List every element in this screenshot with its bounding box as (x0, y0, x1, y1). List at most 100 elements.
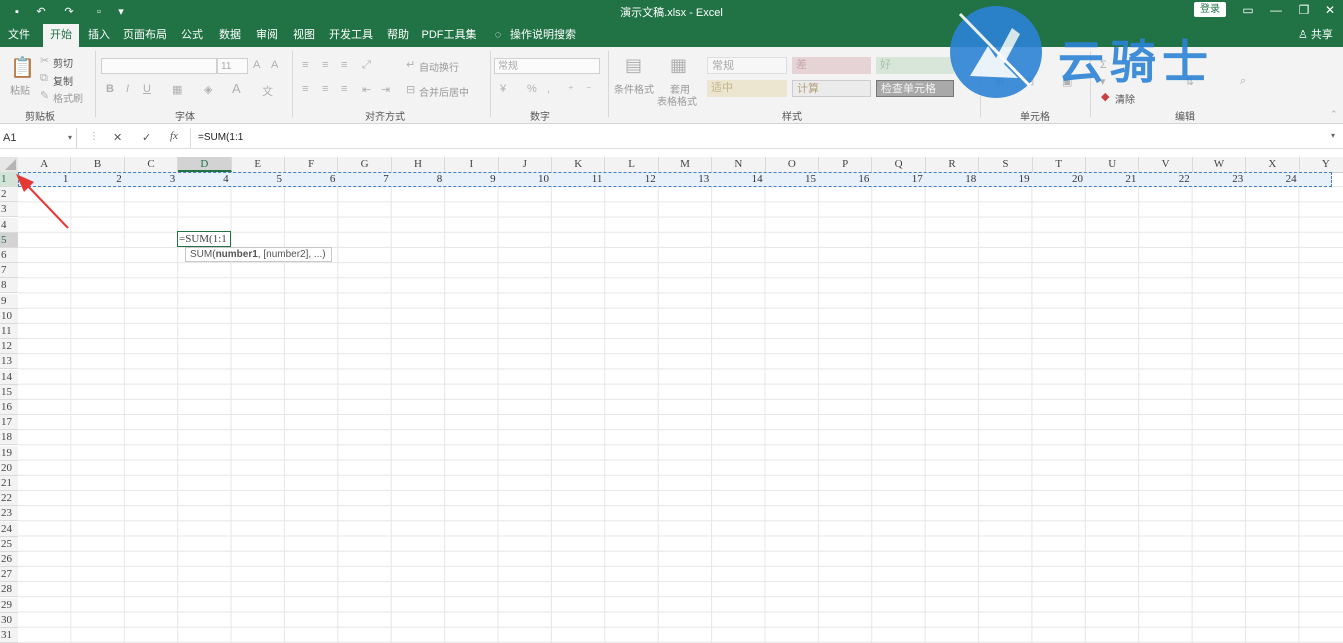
row-header-18[interactable]: 18 (0, 430, 18, 446)
increase-decimal-icon[interactable]: ⁺ (568, 83, 574, 96)
row1-cell-value[interactable]: 3 (125, 172, 176, 187)
cut-button[interactable]: 剪切 (53, 55, 73, 70)
style-check-cell[interactable]: 检查单元格 (876, 80, 954, 97)
row1-cell-value[interactable]: 11 (552, 172, 603, 187)
row-header-25[interactable]: 25 (0, 536, 18, 552)
tab-help[interactable]: 帮助 (382, 24, 414, 47)
align-middle-icon[interactable]: ≡ (322, 59, 328, 71)
align-bottom-icon[interactable]: ≡ (341, 59, 347, 71)
increase-indent-icon[interactable]: ⇥ (381, 83, 390, 96)
format-painter-button[interactable]: 格式刷 (53, 90, 83, 105)
comma-icon[interactable]: , (547, 83, 550, 95)
tab-formulas[interactable]: 公式 (176, 24, 208, 47)
row-header-26[interactable]: 26 (0, 552, 18, 567)
row1-cell-value[interactable]: 8 (392, 172, 443, 187)
row1-cell-value[interactable]: 24 (1246, 172, 1297, 187)
row1-cell-value[interactable]: 2 (71, 172, 122, 187)
increase-font-icon[interactable]: A (253, 59, 260, 71)
restore-icon[interactable]: ❐ (1294, 2, 1314, 20)
column-header-u[interactable]: U (1086, 157, 1140, 172)
row-header-29[interactable]: 29 (0, 597, 18, 613)
row-header-14[interactable]: 14 (0, 369, 18, 385)
style-neutral[interactable]: 适中 (707, 80, 787, 97)
decrease-decimal-icon[interactable]: ⁻ (586, 83, 592, 96)
row1-cell-value[interactable]: 5 (232, 172, 282, 187)
row1-cell-value[interactable]: 18 (926, 172, 976, 187)
column-header-h[interactable]: H (392, 157, 446, 172)
tab-view[interactable]: 视图 (288, 24, 320, 47)
column-header-k[interactable]: K (552, 157, 606, 172)
font-color-icon[interactable]: A (232, 81, 241, 96)
column-header-t[interactable]: T (1033, 157, 1086, 172)
close-icon[interactable]: ✕ (1320, 2, 1340, 20)
enter-formula-button[interactable]: ✓ (142, 131, 151, 144)
border-icon[interactable]: ▦ (172, 83, 182, 96)
row-header-27[interactable]: 27 (0, 567, 18, 583)
row-header-11[interactable]: 11 (0, 324, 18, 339)
insert-function-button[interactable]: fx (170, 130, 178, 142)
row1-cell-value[interactable]: 14 (712, 172, 763, 187)
row1-cell-value[interactable]: 9 (445, 172, 496, 187)
column-header-n[interactable]: N (712, 157, 766, 172)
style-bad[interactable]: 差 (792, 57, 871, 74)
row1-cell-value[interactable]: 17 (872, 172, 923, 187)
row-header-12[interactable]: 12 (0, 339, 18, 355)
column-header-d[interactable]: D (178, 157, 232, 172)
column-header-i[interactable]: I (445, 157, 499, 172)
tab-developer[interactable]: 开发工具 (328, 24, 374, 47)
row1-cell-value[interactable]: 15 (766, 172, 816, 187)
column-header-x[interactable]: X (1246, 157, 1300, 172)
column-header-y[interactable]: Y (1300, 157, 1343, 172)
row-header-28[interactable]: 28 (0, 582, 18, 598)
tab-insert[interactable]: 插入 (83, 24, 115, 47)
currency-icon[interactable]: ¥ (500, 83, 506, 95)
merge-center-button[interactable]: 合并后居中 (419, 84, 469, 99)
column-header-v[interactable]: V (1139, 157, 1193, 172)
column-header-l[interactable]: L (605, 157, 659, 172)
cancel-formula-button[interactable]: ✕ (113, 131, 122, 144)
column-header-o[interactable]: O (766, 157, 819, 172)
tab-data[interactable]: 数据 (214, 24, 246, 47)
font-name-dropdown[interactable] (101, 58, 217, 74)
row-header-20[interactable]: 20 (0, 460, 18, 476)
column-header-s[interactable]: S (979, 157, 1033, 172)
row-header-17[interactable]: 17 (0, 415, 18, 431)
row-header-15[interactable]: 15 (0, 384, 18, 400)
align-center-icon[interactable]: ≡ (322, 83, 328, 95)
style-calculation[interactable]: 计算 (792, 80, 871, 97)
row1-cell-value[interactable]: 16 (819, 172, 869, 187)
row-header-10[interactable]: 10 (0, 308, 18, 324)
expand-formula-icon[interactable]: ▾ (1331, 131, 1335, 140)
row-header-30[interactable]: 30 (0, 612, 18, 628)
column-header-f[interactable]: F (285, 157, 339, 172)
column-header-m[interactable]: M (659, 157, 713, 172)
formula-input[interactable]: =SUM(1:1 (198, 128, 243, 148)
column-header-g[interactable]: G (338, 157, 392, 172)
decrease-font-icon[interactable]: A (271, 59, 278, 71)
row-header-21[interactable]: 21 (0, 476, 18, 491)
fill-color-icon[interactable]: ◈ (204, 83, 212, 96)
share-button[interactable]: ♙ 共享 (1298, 24, 1333, 47)
phonetic-icon[interactable]: 文 (262, 83, 273, 99)
column-header-b[interactable]: B (71, 157, 125, 172)
table-format-button-line2[interactable]: 表格格式 (657, 93, 697, 108)
row-header-6[interactable]: 6 (0, 248, 18, 263)
column-header-j[interactable]: J (499, 157, 552, 172)
column-header-p[interactable]: P (819, 157, 873, 172)
row1-cell-value[interactable]: 13 (659, 172, 709, 187)
collapse-ribbon-icon[interactable]: ⌃ (1330, 109, 1338, 120)
tell-me-search[interactable]: 操作说明搜索 (510, 24, 576, 47)
column-header-r[interactable]: R (926, 157, 980, 172)
active-cell-d5[interactable]: =SUM(1:1 (177, 231, 231, 247)
column-header-w[interactable]: W (1193, 157, 1247, 172)
wrap-text-button[interactable]: 自动换行 (419, 59, 459, 74)
conditional-format-button[interactable]: 条件格式 (614, 81, 654, 96)
row-header-24[interactable]: 24 (0, 521, 18, 537)
row1-cell-value[interactable]: 22 (1139, 172, 1190, 187)
tab-home[interactable]: 开始 (43, 24, 79, 47)
style-normal[interactable]: 常规 (707, 57, 787, 74)
row1-cell-value[interactable]: 6 (285, 172, 336, 187)
column-header-e[interactable]: E (232, 157, 285, 172)
decrease-indent-icon[interactable]: ⇤ (362, 83, 371, 96)
row-header-16[interactable]: 16 (0, 400, 18, 415)
